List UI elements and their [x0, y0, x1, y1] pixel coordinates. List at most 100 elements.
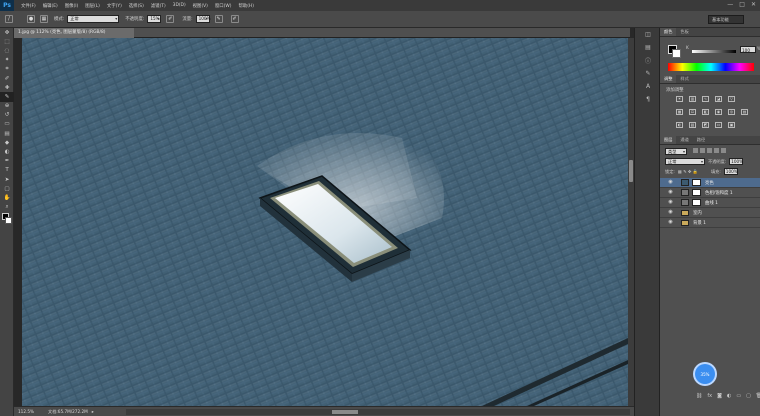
photo-filter-icon[interactable]: ◉	[715, 109, 722, 115]
tab-styles[interactable]: 样式	[676, 75, 692, 83]
color-balance-icon[interactable]: ⚖	[689, 109, 696, 115]
opacity-input[interactable]: 15%	[147, 15, 162, 23]
menu-item[interactable]: 选择(S)	[129, 3, 144, 9]
invert-icon[interactable]: ◐	[676, 122, 683, 128]
crop-tool-icon[interactable]: ⌗	[0, 65, 14, 74]
layer-row[interactable]: ◉ 背景 1	[660, 218, 760, 228]
exposure-icon[interactable]: ◪	[715, 96, 722, 102]
brush-panel-icon[interactable]: ✎	[635, 67, 661, 80]
threshold-icon[interactable]: ◩	[702, 122, 709, 128]
move-tool-icon[interactable]: ✥	[0, 28, 14, 37]
character-panel-icon[interactable]: A	[635, 80, 661, 93]
tab-swatches[interactable]: 色板	[676, 28, 692, 36]
eyedropper-tool-icon[interactable]: ✐	[0, 74, 14, 83]
minimize-button[interactable]: —	[727, 1, 733, 8]
marquee-tool-icon[interactable]: ⬚	[0, 37, 14, 46]
blend-mode-select[interactable]: 正常	[665, 158, 705, 165]
pressure-size-icon[interactable]: ✐	[230, 15, 239, 23]
flow-input[interactable]: 100%	[195, 15, 211, 23]
eraser-tool-icon[interactable]: ▭	[0, 120, 14, 129]
menu-item[interactable]: 视图(V)	[193, 3, 208, 9]
brightness-icon[interactable]: ☀	[676, 96, 683, 102]
trash-icon[interactable]: 🗑	[756, 393, 760, 399]
gradient-tool-icon[interactable]: ▤	[0, 129, 14, 138]
color-lookup-icon[interactable]: ▤	[741, 109, 748, 115]
mask-icon[interactable]: ◙	[717, 393, 722, 399]
color-spectrum[interactable]	[668, 63, 754, 71]
filter-icons[interactable]	[693, 148, 728, 155]
layer-row[interactable]: ◉ 室内	[660, 208, 760, 218]
info-arrow-icon[interactable]: ▸	[92, 409, 94, 414]
history-panel-icon[interactable]: ◫	[635, 28, 661, 41]
canvas[interactable]	[22, 38, 628, 406]
lock-icons[interactable]: ▦ ✎ ✥ 🔒	[678, 169, 698, 175]
close-button[interactable]: ✕	[751, 1, 756, 8]
fill-input[interactable]: 100%	[723, 168, 738, 175]
color-swatches[interactable]	[0, 212, 14, 226]
info-panel-icon[interactable]: ⓘ	[635, 54, 661, 67]
path-select-tool-icon[interactable]: ➤	[0, 175, 14, 184]
visibility-eye-icon[interactable]: ◉	[667, 209, 674, 216]
pen-tool-icon[interactable]: ✒	[0, 157, 14, 166]
horizontal-scroll-thumb[interactable]	[332, 410, 358, 414]
airbrush-icon[interactable]: ✎	[214, 15, 223, 23]
layer-mask-thumbnail[interactable]	[692, 179, 701, 186]
mode-select[interactable]: 正常	[67, 15, 120, 23]
pressure-opacity-icon[interactable]: ✐	[166, 15, 175, 23]
visibility-eye-icon[interactable]: ◉	[667, 199, 674, 206]
visibility-eye-icon[interactable]: ◉	[667, 179, 674, 186]
hand-tool-icon[interactable]: ✋	[0, 193, 14, 202]
posterize-icon[interactable]: ▧	[689, 122, 696, 128]
color-background-swatch[interactable]	[672, 49, 681, 58]
history-brush-tool-icon[interactable]: ↺	[0, 111, 14, 120]
properties-panel-icon[interactable]: ▤	[635, 41, 661, 54]
layer-row[interactable]: ◉ 色相/饱和度 1	[660, 188, 760, 198]
layer-mask-thumbnail[interactable]	[692, 199, 701, 206]
menu-item[interactable]: 图像(I)	[65, 3, 79, 9]
curves-icon[interactable]: ∿	[702, 96, 709, 102]
brush-preset-icon[interactable]: /	[5, 15, 13, 23]
background-color[interactable]	[5, 216, 12, 224]
menu-item[interactable]: 帮助(H)	[238, 3, 254, 9]
type-tool-icon[interactable]: T	[0, 166, 14, 175]
layer-row[interactable]: ◉ 亮色	[660, 178, 760, 188]
hue-saturation-icon[interactable]: ▦	[676, 109, 683, 115]
link-icon[interactable]: ⛓	[696, 393, 702, 399]
menu-item[interactable]: 文字(Y)	[107, 3, 122, 9]
lasso-tool-icon[interactable]: ◌	[0, 46, 14, 55]
brush-tool-icon[interactable]: ✎	[0, 92, 14, 102]
vibrance-icon[interactable]: ▽	[728, 96, 735, 102]
paragraph-panel-icon[interactable]: ¶	[635, 93, 661, 106]
brush-panel-icon[interactable]: ▦	[40, 15, 48, 23]
levels-icon[interactable]: ▥	[689, 96, 696, 102]
dodge-tool-icon[interactable]: ◐	[0, 147, 14, 156]
layer-mask-thumbnail[interactable]	[692, 189, 701, 196]
gradient-map-icon[interactable]: ▭	[715, 122, 722, 128]
visibility-eye-icon[interactable]: ◉	[667, 219, 674, 226]
layer-opacity-input[interactable]: 100%	[729, 158, 744, 165]
visibility-eye-icon[interactable]: ◉	[667, 189, 674, 196]
menu-item[interactable]: 编辑(E)	[43, 3, 58, 9]
layer-row[interactable]: ◉ 曲线 1	[660, 198, 760, 208]
zoom-level[interactable]: 112.5%	[18, 409, 40, 414]
shape-tool-icon[interactable]: ▢	[0, 184, 14, 193]
tab-layers[interactable]: 图层	[660, 136, 677, 144]
adjust-layer-icon[interactable]: ◐	[727, 393, 731, 399]
quick-select-tool-icon[interactable]: ✦	[0, 56, 14, 65]
clone-stamp-tool-icon[interactable]: ⊕	[0, 102, 14, 111]
vertical-scroll-thumb[interactable]	[629, 160, 633, 182]
maximize-button[interactable]: □	[739, 1, 745, 8]
document-tab[interactable]: 1.jpg @ 112% (亮色, 图层蒙版/8) (RGB/8)	[14, 28, 134, 38]
healing-tool-icon[interactable]: ✚	[0, 83, 14, 92]
tab-color[interactable]: 颜色	[660, 28, 677, 36]
fx-icon[interactable]: fx	[707, 393, 712, 399]
floating-badge-button[interactable]: 35%	[695, 364, 715, 384]
color-slider[interactable]	[692, 50, 736, 53]
black-white-icon[interactable]: ◧	[702, 109, 709, 115]
tab-channels[interactable]: 通道	[676, 136, 692, 144]
menu-item[interactable]: 图层(L)	[85, 3, 100, 9]
tab-adjustments[interactable]: 调整	[660, 75, 677, 83]
menu-item[interactable]: 文件(F)	[21, 3, 36, 9]
channel-mixer-icon[interactable]: ◎	[728, 109, 735, 115]
layer-filter-select[interactable]: 类型	[665, 148, 687, 155]
